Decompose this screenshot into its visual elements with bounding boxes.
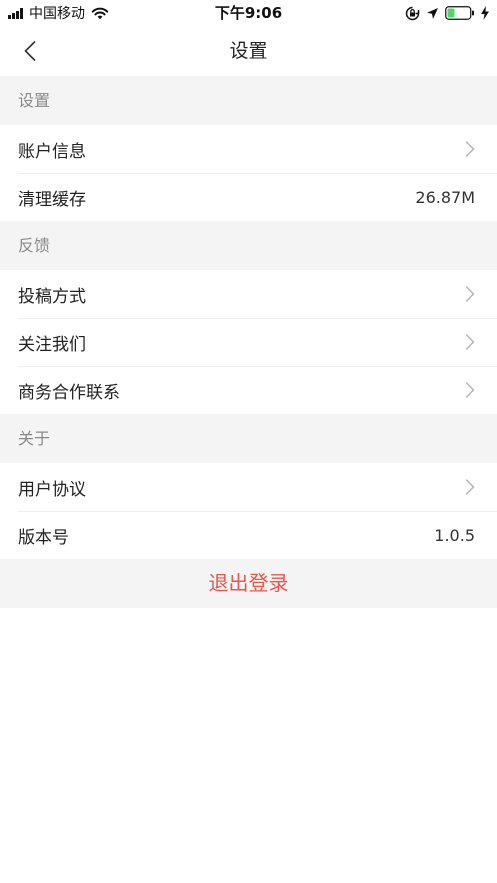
section-header-feedback: 反馈 bbox=[0, 221, 497, 270]
status-bar: 中国移动 下午9:06 bbox=[0, 0, 497, 26]
chevron-right-icon bbox=[465, 334, 475, 350]
row-label: 投稿方式 bbox=[18, 286, 86, 307]
chevron-right-icon bbox=[465, 382, 475, 398]
row-label: 版本号 bbox=[18, 527, 69, 548]
row-user-agreement[interactable]: 用户协议 bbox=[0, 463, 497, 511]
page-title: 设置 bbox=[229, 40, 268, 62]
section-header-about: 关于 bbox=[0, 414, 497, 463]
navigation-bar: 设置 bbox=[0, 26, 497, 76]
chevron-right-icon bbox=[465, 479, 475, 495]
cache-size-value: 26.87M bbox=[415, 187, 475, 207]
row-label: 清理缓存 bbox=[18, 189, 86, 210]
row-business-contact[interactable]: 商务合作联系 bbox=[0, 366, 497, 414]
battery-icon bbox=[445, 6, 474, 20]
row-label: 账户信息 bbox=[18, 141, 86, 162]
settings-list: 设置 账户信息 清理缓存 26.87M 反馈 投稿方式 关注我们 商务合作联系 bbox=[0, 76, 497, 608]
orientation-lock-icon bbox=[405, 6, 420, 20]
section-header-settings: 设置 bbox=[0, 76, 497, 125]
row-label: 用户协议 bbox=[18, 479, 86, 500]
logout-button[interactable]: 退出登录 bbox=[0, 559, 497, 608]
charging-bolt-icon bbox=[481, 6, 489, 20]
row-version: 版本号 1.0.5 bbox=[0, 511, 497, 559]
location-arrow-icon bbox=[427, 7, 438, 19]
row-submission-method[interactable]: 投稿方式 bbox=[0, 270, 497, 318]
chevron-right-icon bbox=[465, 141, 475, 157]
row-follow-us[interactable]: 关注我们 bbox=[0, 318, 497, 366]
settings-screen: 中国移动 下午9:06 设置 设置 账户信息 清理缓存 26.87M 反馈 投稿… bbox=[0, 0, 497, 883]
row-account-info[interactable]: 账户信息 bbox=[0, 125, 497, 173]
version-value: 1.0.5 bbox=[434, 525, 475, 545]
row-clear-cache[interactable]: 清理缓存 26.87M bbox=[0, 173, 497, 221]
row-label: 关注我们 bbox=[18, 334, 86, 355]
chevron-right-icon bbox=[465, 286, 475, 302]
row-label: 商务合作联系 bbox=[18, 382, 120, 403]
status-bar-right bbox=[399, 3, 489, 23]
